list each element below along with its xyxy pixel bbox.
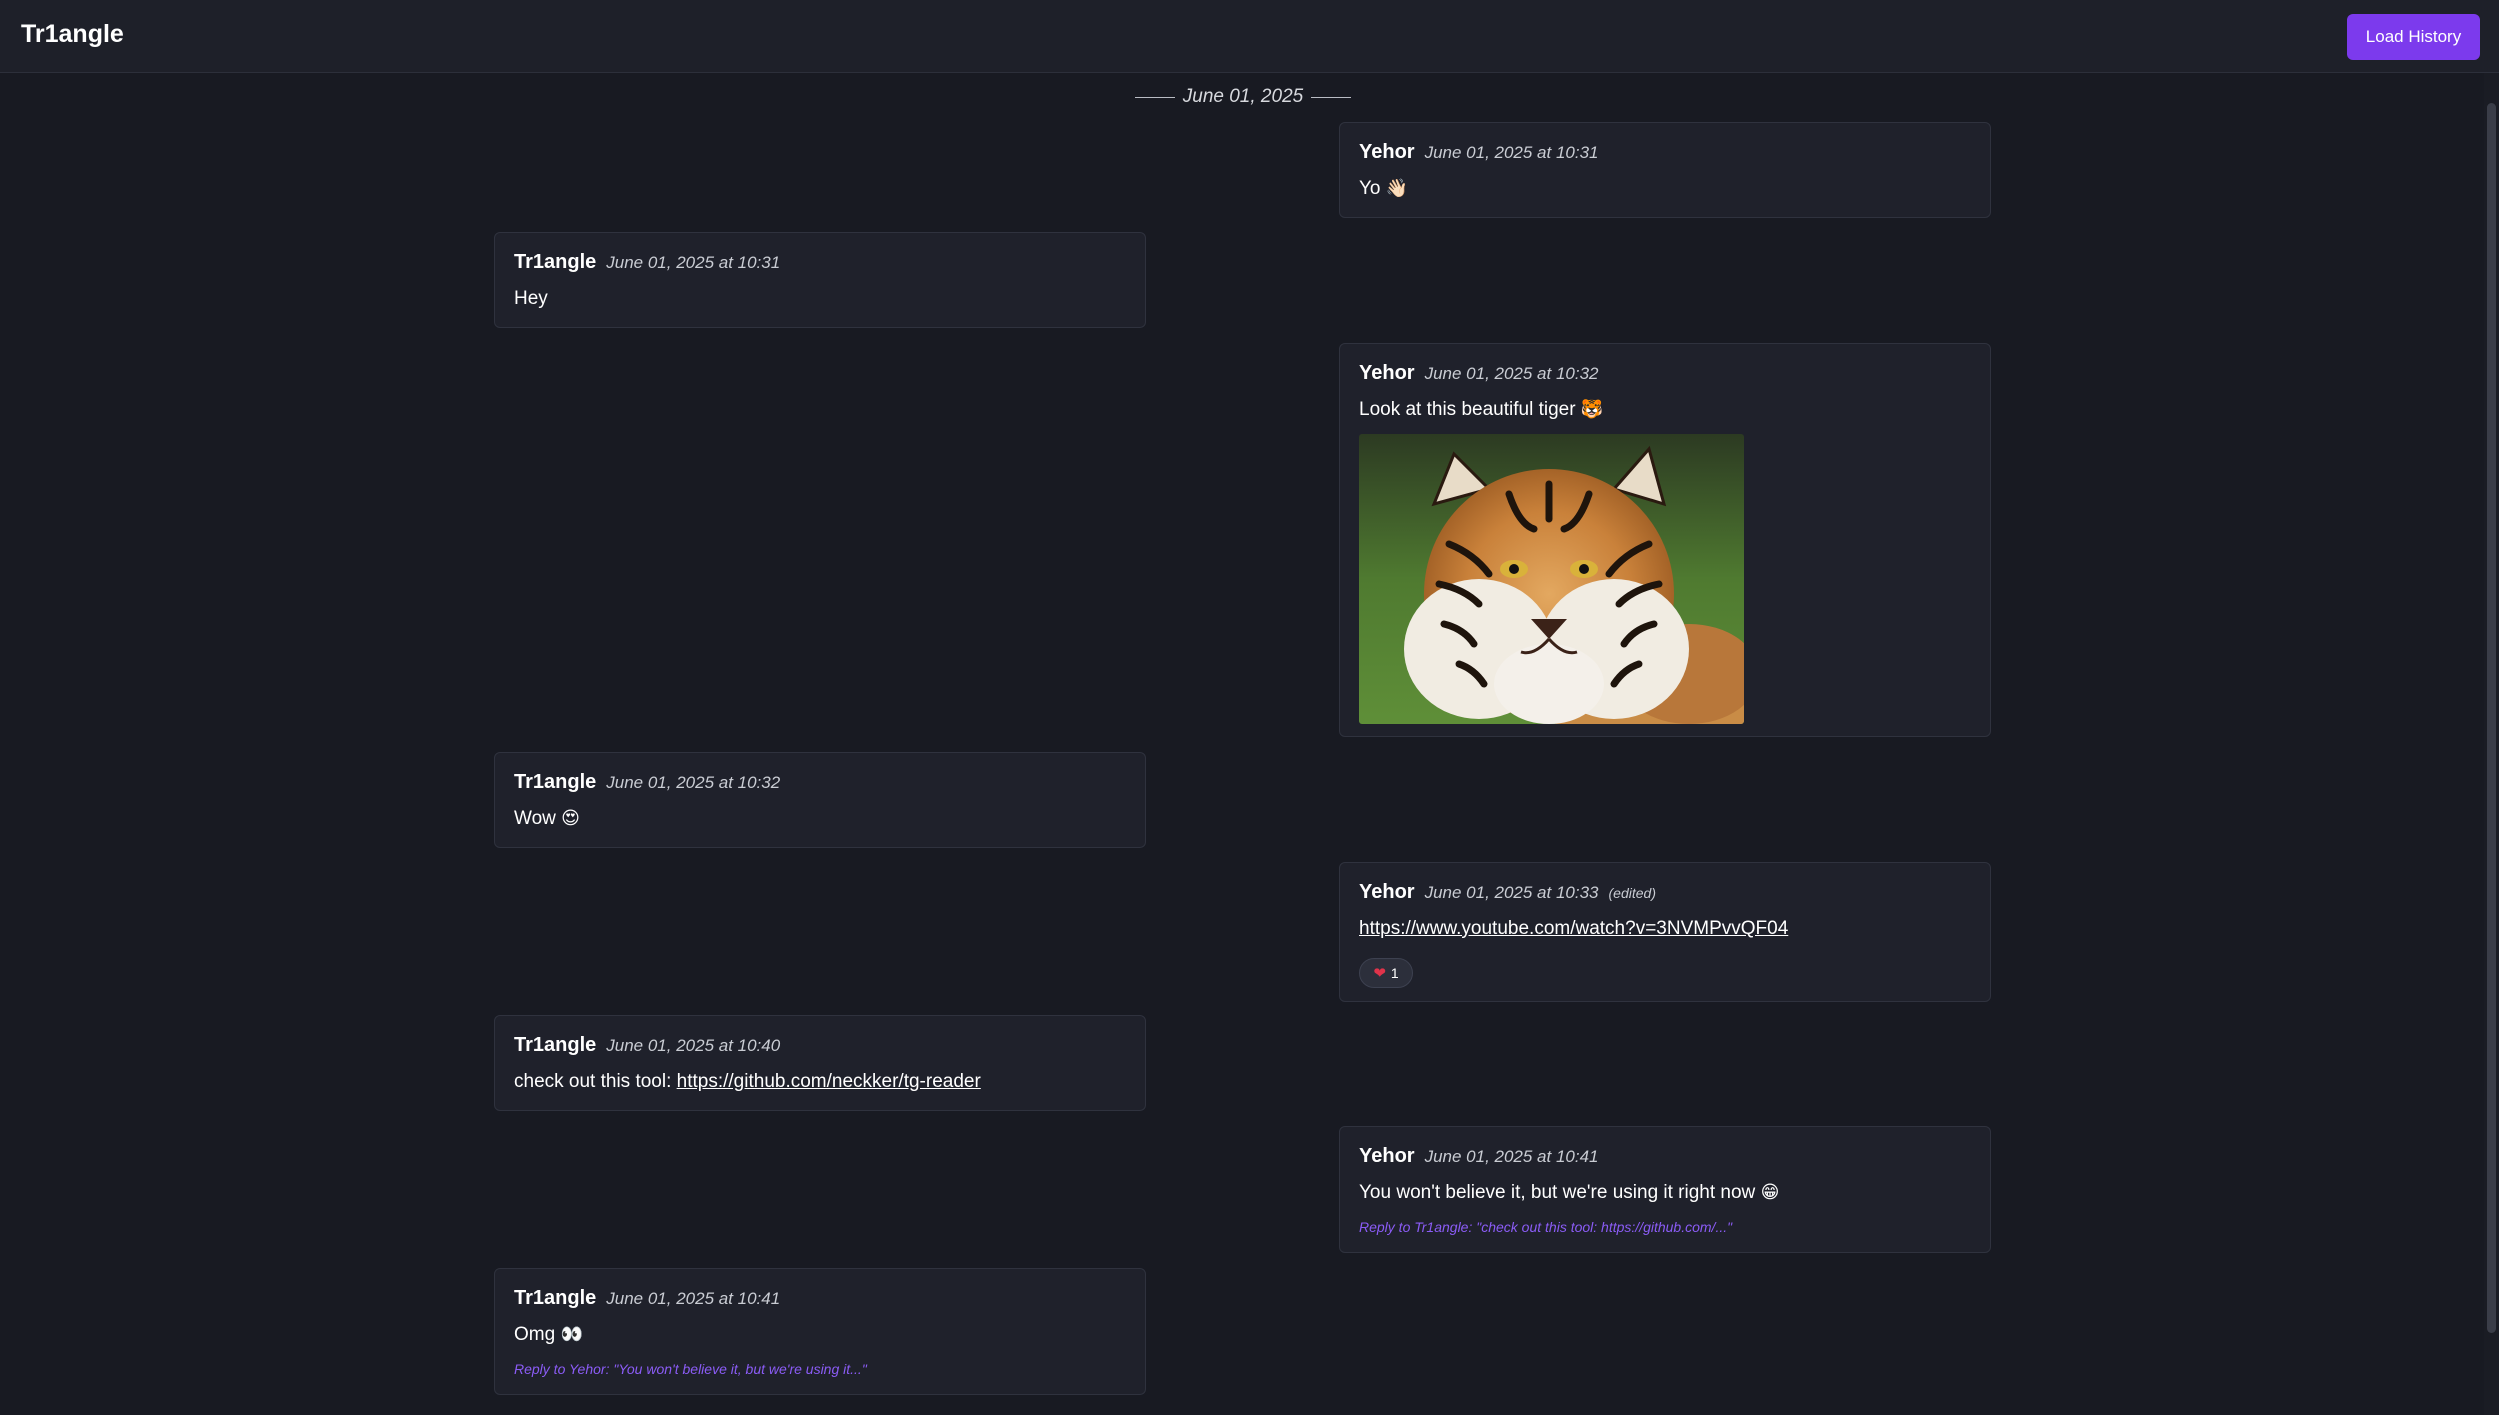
message-text: Yo xyxy=(1359,178,1381,199)
eyes-emoji: 👀 xyxy=(560,1324,583,1344)
tiger-emoji: 🐯 xyxy=(1580,399,1604,419)
message-time: June 01, 2025 at 10:40 xyxy=(606,1036,781,1055)
message-card: Yehor June 01, 2025 at 10:41 You won't b… xyxy=(1339,1126,1991,1253)
message-time: June 01, 2025 at 10:41 xyxy=(606,1289,781,1308)
separator-line xyxy=(1134,96,1175,98)
message-time: June 01, 2025 at 10:33 xyxy=(1424,883,1599,902)
message-author: Tr1angle xyxy=(514,771,597,793)
message-time: June 01, 2025 at 10:41 xyxy=(1424,1147,1599,1166)
message-card: Tr1angle June 01, 2025 at 10:31 Hey xyxy=(494,232,1146,328)
reply-reference[interactable]: Reply to Tr1angle: "check out this tool:… xyxy=(1359,1219,1732,1235)
date-separator: June 01, 2025 xyxy=(1133,84,1353,110)
message-text: Hey xyxy=(514,288,548,309)
date-separator-label: June 01, 2025 xyxy=(1182,86,1304,107)
message-text: Look at this beautiful tiger xyxy=(1359,399,1576,420)
wave-emoji: 👋🏻 xyxy=(1385,178,1409,198)
message-card: Tr1angle June 01, 2025 at 10:32 Wow 😍 xyxy=(494,752,1146,848)
message-time: June 01, 2025 at 10:32 xyxy=(1424,364,1599,383)
top-bar: Tr1angle Load History xyxy=(0,0,2499,73)
app-title: Tr1angle xyxy=(21,20,124,48)
message-time: June 01, 2025 at 10:31 xyxy=(606,253,781,272)
message-card: Yehor June 01, 2025 at 10:32 Look at thi… xyxy=(1339,343,1991,737)
scrollbar[interactable] xyxy=(2484,73,2499,1415)
scrollbar-thumb[interactable] xyxy=(2487,103,2496,1333)
edited-label: (edited) xyxy=(1608,885,1656,901)
reaction-count: 1 xyxy=(1390,965,1399,981)
message-author: Yehor xyxy=(1359,881,1415,903)
message-card: Yehor June 01, 2025 at 10:31 Yo 👋🏻 xyxy=(1339,122,1991,218)
message-author: Yehor xyxy=(1359,141,1415,163)
grin-emoji: 😁 xyxy=(1760,1182,1780,1202)
message-time: June 01, 2025 at 10:31 xyxy=(1424,143,1599,162)
heart-icon: ❤ xyxy=(1373,965,1386,982)
message-time: June 01, 2025 at 10:32 xyxy=(606,773,781,792)
message-author: Tr1angle xyxy=(514,251,597,273)
message-text: Omg xyxy=(514,1324,556,1345)
message-card: Tr1angle June 01, 2025 at 10:40 check ou… xyxy=(494,1015,1146,1111)
reply-reference[interactable]: Reply to Yehor: "You won't believe it, b… xyxy=(514,1361,867,1377)
tiger-image-graphic xyxy=(1359,434,1744,724)
message-text: Wow xyxy=(514,808,556,829)
load-history-button[interactable]: Load History xyxy=(2347,14,2480,60)
youtube-link[interactable]: https://www.youtube.com/watch?v=3NVMPvvQ… xyxy=(1359,918,1788,939)
message-card: Tr1angle June 01, 2025 at 10:41 Omg 👀 Re… xyxy=(494,1268,1146,1395)
message-author: Tr1angle xyxy=(514,1034,597,1056)
message-author: Tr1angle xyxy=(514,1287,597,1309)
message-text: check out this tool: xyxy=(514,1071,672,1092)
tiger-image[interactable] xyxy=(1359,434,1744,724)
message-text: You won't believe it, but we're using it… xyxy=(1359,1182,1756,1203)
github-link[interactable]: https://github.com/neckker/tg-reader xyxy=(677,1071,981,1092)
message-card: Yehor June 01, 2025 at 10:33 (edited) ht… xyxy=(1339,862,1991,1002)
message-author: Yehor xyxy=(1359,1145,1415,1167)
reaction-chip[interactable]: ❤ 1 xyxy=(1359,958,1413,988)
message-author: Yehor xyxy=(1359,362,1415,384)
separator-line xyxy=(1311,96,1352,98)
heart-eyes-emoji: 😍 xyxy=(561,808,580,828)
